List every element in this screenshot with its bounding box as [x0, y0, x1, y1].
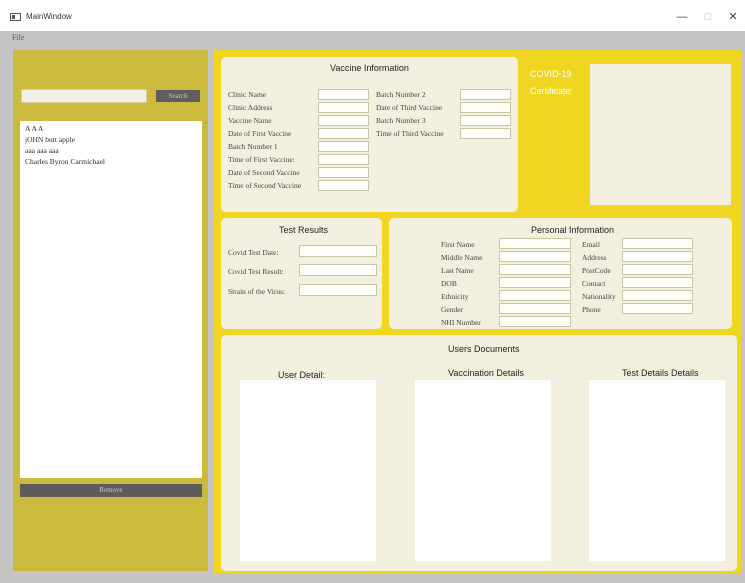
user-detail-heading: User Detail:	[278, 370, 326, 380]
nationality-label: Nationality	[582, 292, 616, 301]
email-field[interactable]	[622, 238, 693, 249]
test-details-heading: Test Details Details	[622, 368, 699, 378]
middle-name-field[interactable]	[499, 251, 571, 262]
postcode-label: PostCode	[582, 266, 611, 275]
time-third-vaccine-field[interactable]	[460, 128, 511, 139]
gender-field[interactable]	[499, 303, 571, 314]
address-field[interactable]	[622, 251, 693, 262]
nhi-number-label: NHI Number	[441, 318, 481, 327]
ethnicity-label: Ethnicity	[441, 292, 469, 301]
test-details-area[interactable]	[589, 380, 725, 561]
vaccine-name-field[interactable]	[318, 115, 369, 126]
time-second-vaccine-label: Time of Second Vaccine	[228, 181, 302, 190]
menu-bar	[0, 31, 745, 45]
phone-field[interactable]	[622, 303, 693, 314]
covid-test-date-field[interactable]	[299, 245, 377, 257]
batch-number-2-field[interactable]	[460, 89, 511, 100]
search-input[interactable]	[21, 89, 147, 103]
menu-file[interactable]: File	[12, 33, 24, 42]
phone-label: Phone	[582, 305, 601, 314]
covid-test-date-label: Covid Test Date:	[228, 248, 279, 257]
minimize-button[interactable]: —	[672, 10, 692, 24]
covid-certificate-title: COVID-19	[530, 69, 572, 79]
date-second-vaccine-label: Date of Second Vaccine	[228, 168, 300, 177]
search-button[interactable]: Search	[156, 90, 200, 102]
clinic-address-label: Clinic Address	[228, 103, 273, 112]
postcode-field[interactable]	[622, 264, 693, 275]
batch-number-2-label: Batch Number 2	[376, 90, 426, 99]
virus-strain-label: Strain of the Virus:	[228, 287, 286, 296]
personal-info-title: Personal Information	[531, 225, 615, 235]
time-third-vaccine-label: Time of Third Vaccine	[376, 129, 444, 138]
date-third-vaccine-label: Date of Third Vaccine	[376, 103, 443, 112]
nhi-number-field[interactable]	[499, 316, 571, 327]
last-name-label: Last Name	[441, 266, 474, 275]
email-label: Email	[582, 240, 600, 249]
covid-test-result-label: Covid Test Result:	[228, 267, 284, 276]
nationality-field[interactable]	[622, 290, 693, 301]
remove-button[interactable]: Remove	[20, 484, 202, 497]
virus-strain-field[interactable]	[299, 284, 377, 296]
first-name-label: First Name	[441, 240, 475, 249]
dob-label: DOB	[441, 279, 457, 288]
time-second-vaccine-field[interactable]	[318, 180, 369, 191]
date-second-vaccine-field[interactable]	[318, 167, 369, 178]
maximize-button[interactable]: □	[698, 10, 718, 24]
test-results-title: Test Results	[279, 225, 329, 235]
middle-name-label: Middle Name	[441, 253, 483, 262]
batch-number-3-field[interactable]	[460, 115, 511, 126]
clinic-address-field[interactable]	[318, 102, 369, 113]
vaccine-name-label: Vaccine Name	[228, 116, 272, 125]
user-list[interactable]: A A A jOHN butt apple aaa aaa aaa Charle…	[20, 121, 202, 478]
address-label: Address	[582, 253, 607, 262]
batch-number-1-field[interactable]	[318, 141, 369, 152]
last-name-field[interactable]	[499, 264, 571, 275]
covid-test-result-field[interactable]	[299, 264, 377, 276]
contact-field[interactable]	[622, 277, 693, 288]
list-item[interactable]: aaa aaa aaa	[25, 146, 59, 155]
time-first-vaccine-label: Time of First Vaccine:	[228, 155, 295, 164]
certificate-image-area	[590, 64, 731, 205]
batch-number-1-label: Batch Number 1	[228, 142, 278, 151]
vaccination-details-heading: Vaccination Details	[448, 368, 524, 378]
vaccination-details-area[interactable]	[415, 380, 551, 561]
user-detail-area[interactable]	[240, 380, 376, 561]
certificate-label: Certificate:	[530, 86, 574, 96]
list-item[interactable]: Charles Byron Carmichael	[25, 157, 105, 166]
first-name-field[interactable]	[499, 238, 571, 249]
clinic-name-label: Clinic Name	[228, 90, 267, 99]
list-item[interactable]: A A A	[25, 124, 43, 133]
contact-label: Contact	[582, 279, 606, 288]
users-documents-title: Users Documents	[448, 344, 520, 354]
app-window-icon	[10, 13, 21, 21]
time-first-vaccine-field[interactable]	[318, 154, 369, 165]
date-third-vaccine-field[interactable]	[460, 102, 511, 113]
dob-field[interactable]	[499, 277, 571, 288]
title-bar	[0, 0, 745, 31]
gender-label: Gender	[441, 305, 464, 314]
date-first-vaccine-field[interactable]	[318, 128, 369, 139]
date-first-vaccine-label: Date of First Vaccine	[228, 129, 292, 138]
ethnicity-field[interactable]	[499, 290, 571, 301]
batch-number-3-label: Batch Number 3	[376, 116, 426, 125]
list-item[interactable]: jOHN butt apple	[25, 135, 75, 144]
close-button[interactable]: ✕	[723, 10, 743, 24]
vaccine-info-title: Vaccine Information	[330, 63, 409, 73]
clinic-name-field[interactable]	[318, 89, 369, 100]
window-title: MainWindow	[26, 12, 72, 21]
